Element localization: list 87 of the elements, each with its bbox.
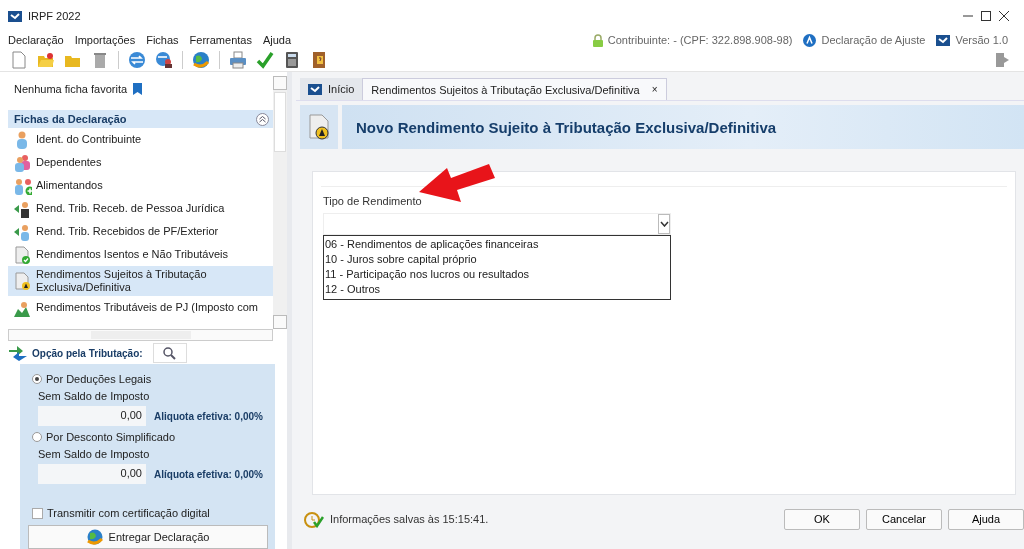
radio-option[interactable]: Por Deduções Legais bbox=[32, 370, 267, 388]
tab-close-button[interactable]: × bbox=[651, 84, 658, 95]
dropdown-option[interactable]: 10 - Juros sobre capital próprio bbox=[325, 252, 670, 267]
sidebar-item[interactable]: Alimentandos bbox=[8, 174, 273, 197]
rate-label: Aliquota efetiva: 0,00% bbox=[154, 410, 263, 422]
horizontal-scrollbar[interactable] bbox=[8, 328, 273, 341]
search-button[interactable] bbox=[152, 343, 187, 364]
section-header[interactable]: Fichas da Declaração bbox=[8, 110, 273, 128]
checkbox[interactable] bbox=[32, 507, 43, 519]
globe-person-icon[interactable] bbox=[155, 50, 173, 69]
dropdown-option[interactable]: 06 - Rendimentos de aplicações financeiras bbox=[325, 237, 670, 252]
document-warning-icon bbox=[308, 114, 330, 140]
exit-door-icon[interactable] bbox=[996, 51, 1010, 68]
version-label: Versão 1.0 bbox=[955, 34, 1008, 46]
checkbox-label[interactable]: Transmitir com certificação digital bbox=[47, 507, 210, 519]
menu-item[interactable]: Declaração bbox=[8, 34, 64, 46]
menu-item[interactable]: Fichas bbox=[146, 34, 179, 46]
document-warning-icon bbox=[14, 272, 32, 290]
sidebar-item[interactable]: Rendimentos Sujeitos à Tributação Exclusiva/Definitiva bbox=[8, 266, 273, 296]
declaration-type-label: Declaração de Ajuste bbox=[821, 34, 926, 46]
app-logo-icon bbox=[936, 33, 951, 47]
people-add-icon bbox=[14, 176, 32, 195]
sidebar-item[interactable]: Rendimentos Tributáveis de PJ (Imposto com bbox=[8, 296, 273, 319]
menu-item[interactable]: Ajuda bbox=[262, 34, 292, 46]
globe-arrows-icon[interactable] bbox=[128, 50, 146, 69]
scroll-down-button[interactable] bbox=[273, 314, 287, 329]
favorites-label: Nenhuma ficha favorita bbox=[14, 83, 128, 95]
vertical-scrollbar[interactable] bbox=[273, 76, 287, 329]
person-arrow-icon bbox=[14, 199, 32, 218]
bookmark-icon bbox=[133, 83, 143, 95]
maximize-icon[interactable] bbox=[980, 10, 992, 22]
check-icon[interactable] bbox=[256, 50, 274, 69]
app-logo-icon bbox=[308, 82, 322, 96]
rate-label: Alíquota efetiva: 0,00% bbox=[154, 468, 263, 480]
sidebar-item[interactable]: Dependentes bbox=[8, 151, 273, 174]
calculator-icon[interactable] bbox=[283, 50, 301, 69]
clock-check-icon bbox=[304, 510, 324, 528]
chevron-down-icon[interactable] bbox=[659, 221, 669, 227]
search-icon bbox=[163, 346, 177, 360]
amount-field: 0,00 bbox=[38, 406, 146, 426]
swap-arrows-icon bbox=[8, 345, 28, 362]
printer-icon[interactable] bbox=[229, 50, 247, 69]
taxpayer-label: Contribuinte: - (CPF: 322.898.908-98) bbox=[607, 34, 793, 46]
field-label: Tipo de Rendimento bbox=[323, 195, 423, 207]
menu-item[interactable]: Ferramentas bbox=[189, 34, 252, 46]
radio-button[interactable] bbox=[32, 432, 42, 442]
dropdown-option[interactable]: 12 - Outros bbox=[325, 282, 670, 297]
sidebar-item[interactable]: Rend. Trib. Receb. de Pessoa Jurídica bbox=[8, 197, 273, 220]
padlock-icon bbox=[592, 33, 603, 47]
document-check-icon bbox=[14, 245, 32, 264]
dropdown-field[interactable] bbox=[323, 213, 671, 235]
tab[interactable]: Início bbox=[300, 78, 363, 100]
app-logo-icon bbox=[8, 9, 22, 23]
scroll-thumb[interactable] bbox=[274, 92, 286, 152]
radio-option[interactable]: Por Desconto Simplificado bbox=[32, 428, 267, 446]
trash-icon[interactable] bbox=[91, 50, 109, 69]
globe-icon bbox=[86, 529, 103, 545]
dialog-button[interactable]: OK bbox=[784, 508, 860, 530]
dialog-button[interactable]: Ajuda bbox=[948, 508, 1024, 530]
field-label: Sem Saldo de Imposto bbox=[37, 447, 151, 462]
people-icon bbox=[14, 153, 32, 172]
page-title: Novo Rendimento Sujeito à Tributação Exclusiva/Definitiva bbox=[356, 118, 777, 136]
section-title: Opção pela Tributação: bbox=[32, 347, 143, 359]
person-arrow-icon bbox=[14, 222, 32, 241]
submit-button[interactable]: Entregar Declaração bbox=[28, 525, 268, 549]
sidebar-item[interactable]: Rend. Trib. Recebidos de PF/Exterior bbox=[8, 220, 273, 243]
open-folder-icon[interactable] bbox=[37, 50, 55, 69]
scroll-thumb[interactable] bbox=[90, 330, 191, 339]
radio-button[interactable] bbox=[32, 374, 42, 384]
help-book-icon[interactable] bbox=[310, 50, 328, 69]
section-title: Fichas da Declaração bbox=[14, 113, 127, 125]
globe-icon[interactable] bbox=[192, 50, 210, 69]
close-icon[interactable] bbox=[998, 10, 1010, 22]
dropdown-option[interactable]: 11 - Participação nos lucros ou resultados bbox=[325, 267, 670, 282]
circle-a-icon bbox=[803, 33, 817, 47]
tab[interactable]: Rendimentos Sujeitos à Tributação Exclusiva/Definitiva × bbox=[362, 78, 667, 100]
scroll-up-button[interactable] bbox=[273, 76, 287, 90]
sidebar-item[interactable]: Ident. do Contribuinte bbox=[8, 128, 273, 151]
sidebar-item[interactable]: Rendimentos Isentos e Não Tributáveis bbox=[8, 243, 273, 266]
collapse-icon[interactable] bbox=[256, 112, 269, 126]
status-message: Informações salvas às 15:15:41. bbox=[330, 513, 489, 525]
field-label: Sem Saldo de Imposto bbox=[37, 389, 151, 404]
amount-field: 0,00 bbox=[38, 464, 146, 484]
dialog-button[interactable]: Cancelar bbox=[866, 508, 942, 530]
menu-item[interactable]: Importações bbox=[74, 34, 136, 46]
window-title: IRPF 2022 bbox=[28, 10, 81, 22]
new-document-icon[interactable] bbox=[10, 50, 28, 69]
